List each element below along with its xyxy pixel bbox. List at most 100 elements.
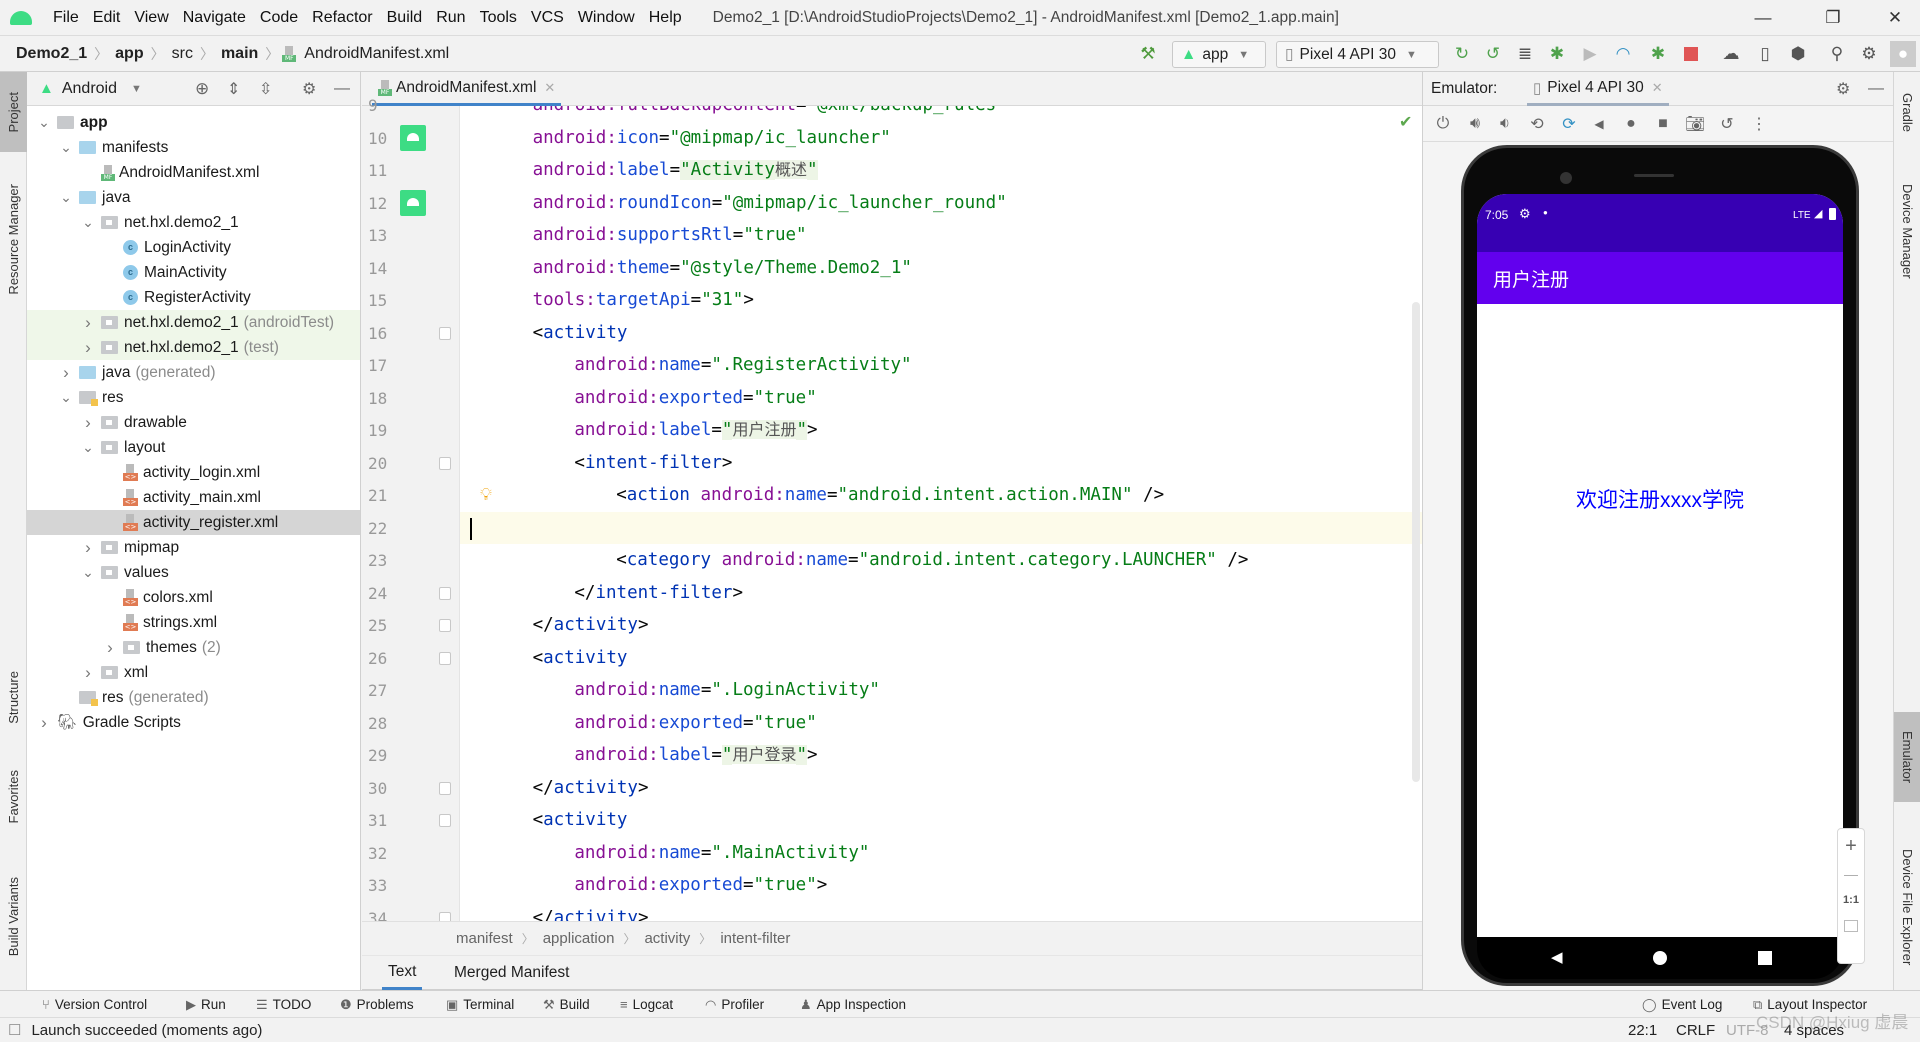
code-line[interactable]: android:name=".RegisterActivity" [460,349,911,382]
close-tab-icon[interactable]: ✕ [1652,80,1663,96]
inspection-ok-icon[interactable]: ✔ [1399,112,1412,132]
code-line[interactable]: android:fullBackupContent="@xml/backup_r… [460,106,1007,122]
code-line[interactable]: android:name=".LoginActivity" [460,674,880,707]
tab-gradle[interactable]: Gradle [1894,78,1920,148]
project-view-selector[interactable]: Android [62,80,117,98]
code-line[interactable]: android:name=".MainActivity" [460,837,869,870]
line-separator[interactable]: CRLF [1676,1018,1715,1042]
fold-marker-icon[interactable] [439,651,451,665]
menu-tools[interactable]: Tools [473,9,524,27]
stop-icon[interactable] [1680,44,1702,64]
run-config-dropdown[interactable]: ▲ app ▼ [1172,41,1266,68]
chevron-down-icon[interactable]: ⌄ [59,389,73,406]
tree-item[interactable]: ⌄ res [27,385,360,410]
code-line[interactable]: android:icon="@mipmap/ic_launcher" [460,122,891,155]
tab-device-file-explorer[interactable]: Device File Explorer [1894,832,1920,982]
tab-text[interactable]: Text [382,956,423,990]
avatar-icon[interactable]: ● [1890,41,1916,67]
code-line[interactable]: android:theme="@style/Theme.Demo2_1" [460,252,912,285]
tree-item[interactable]: c RegisterActivity [27,285,360,310]
code-line[interactable]: <activity [460,317,628,350]
hide-icon[interactable]: — [334,80,350,98]
code-area[interactable]: android:fullBackupContent="@xml/backup_r… [460,106,1422,921]
tab-merged-manifest[interactable]: Merged Manifest [448,956,575,990]
fold-marker-icon[interactable] [439,456,451,470]
nav-back-icon[interactable]: ◀ [1551,948,1563,966]
attach-coverage-icon[interactable]: ▶ [1579,44,1601,64]
chevron-right-icon[interactable]: › [103,638,117,658]
chevron-down-icon[interactable]: ▼ [131,83,142,95]
attach-debugger-icon[interactable]: ✱ [1647,44,1669,64]
android-launcher-icon[interactable] [400,124,426,151]
tree-item[interactable]: › net.hxl.demo2_1 (test) [27,335,360,360]
tree-item[interactable]: › mipmap [27,535,360,560]
chevron-down-icon[interactable]: ⌄ [37,114,51,131]
profile-icon[interactable]: ◠ [1612,44,1634,64]
tree-item[interactable]: › themes (2) [27,635,360,660]
status-message[interactable]: ☐ Launch succeeded (moments ago) [8,1018,262,1042]
tool-logcat[interactable]: ≡ Logcat [620,991,673,1018]
search-icon[interactable]: ⚲ [1826,44,1848,64]
code-line[interactable]: android:label="用户注册"> [460,414,818,447]
volume-up-icon[interactable]: 🔊︎ [1465,114,1485,134]
tree-item[interactable]: c MainActivity [27,260,360,285]
menu-edit[interactable]: Edit [86,9,128,27]
menu-run[interactable]: Run [429,9,472,27]
tab-device-manager[interactable]: Device Manager [1894,166,1920,296]
code-line[interactable]: <intent-filter> [460,447,732,480]
hammer-icon[interactable]: ⚒ [1137,44,1159,64]
tree-item[interactable]: res (generated) [27,685,360,710]
fold-marker-icon[interactable] [439,814,451,827]
chevron-right-icon[interactable]: › [81,313,95,333]
tree-item[interactable]: ⌄ app [27,110,360,135]
fold-marker-icon[interactable] [439,586,451,600]
code-line[interactable]: <activity [460,642,628,675]
zoom-in-button[interactable]: + [1838,835,1864,858]
tree-item[interactable]: ⌄ net.hxl.demo2_1 [27,210,360,235]
tool-app-inspection[interactable]: ♟ App Inspection [800,991,906,1018]
code-line[interactable]: android:exported="true"> [460,869,827,902]
minimize-button[interactable]: — [1740,0,1786,35]
tool-problems[interactable]: ❶ Problems [340,991,414,1018]
tree-item[interactable]: ⌄ layout [27,435,360,460]
tool-run[interactable]: ▶ Run [186,991,226,1018]
tab-build-variants[interactable]: Build Variants [0,862,27,972]
tree-item[interactable]: › xml [27,660,360,685]
settings-icon[interactable]: ⚙ [1858,44,1880,64]
screenshot-icon[interactable]: 📷︎ [1685,114,1705,134]
rotate-right-icon[interactable]: ⟳ [1559,114,1579,134]
code-line[interactable]: android:label="用户登录"> [460,739,818,772]
android-launcher-icon[interactable] [400,189,426,216]
code-line[interactable]: android:roundIcon="@mipmap/ic_launcher_r… [460,187,1007,220]
chevron-right-icon[interactable]: › [81,663,95,683]
tool-profiler[interactable]: ◠ Profiler [705,991,764,1018]
code-line[interactable]: android:exported="true" [460,707,816,740]
menu-code[interactable]: Code [253,9,305,27]
close-tab-icon[interactable]: ✕ [544,80,555,96]
menu-vcs[interactable]: VCS [524,9,571,27]
tree-item[interactable]: ⌄ java [27,185,360,210]
chevron-down-icon[interactable]: ⌄ [59,139,73,156]
tree-item[interactable]: ⌄ manifests [27,135,360,160]
code-line[interactable]: <action android:name="android.intent.act… [460,479,1164,512]
zoom-actual-size-button[interactable]: 1:1 [1838,894,1864,906]
caret-position[interactable]: 22:1 [1628,1018,1657,1042]
maximize-button[interactable]: ❐ [1810,0,1856,35]
nav-home-icon[interactable] [1653,951,1667,965]
menu-file[interactable]: File [46,9,86,27]
tool-version-control[interactable]: ⑂ Version Control [42,991,147,1018]
code-line[interactable] [460,511,1422,544]
code-line[interactable]: </activity> [460,902,649,922]
tool-todo[interactable]: ☰ TODO [256,991,311,1018]
tab-emulator[interactable]: Emulator [1894,712,1920,802]
menu-refactor[interactable]: Refactor [305,9,379,27]
editor-tab-manifest[interactable]: AndroidManifest.xml ✕ [372,72,562,106]
menu-navigate[interactable]: Navigate [176,9,253,27]
snapshot-icon[interactable]: ↺ [1717,114,1737,134]
phone-screen[interactable]: 7:05 ⚙ ● LTE ◢ 用户注册 欢迎注册xxxx学院 [1477,194,1843,937]
code-line[interactable]: tools:targetApi="31"> [460,284,754,317]
breadcrumb-src[interactable]: src [168,45,197,63]
code-line[interactable]: </activity> [460,609,649,642]
xml-crumb-activity[interactable]: activity [644,930,690,947]
tab-favorites[interactable]: Favorites [0,752,27,842]
